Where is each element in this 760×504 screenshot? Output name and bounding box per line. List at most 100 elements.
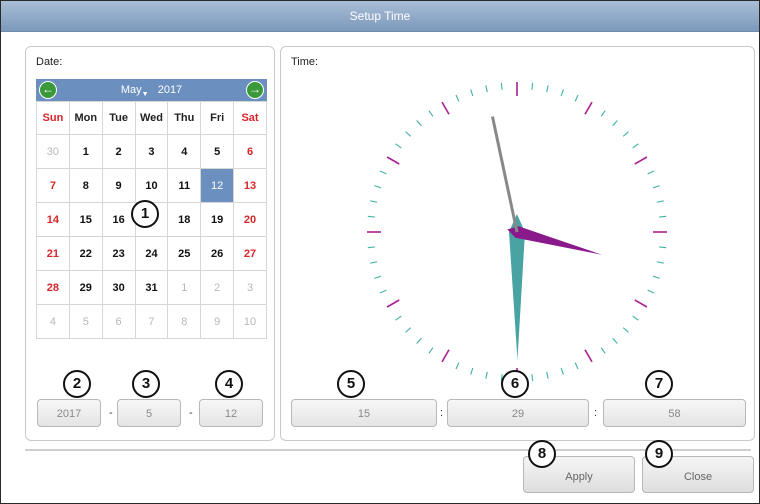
next-month-button[interactable]: →	[246, 81, 264, 99]
callout-marker: 3	[132, 370, 160, 398]
weekday-header: Mon	[68, 101, 103, 135]
calendar-day[interactable]: 1	[68, 134, 103, 169]
clock-tick	[455, 362, 460, 370]
clock-tick	[622, 327, 629, 333]
calendar-day[interactable]: 6	[233, 134, 267, 169]
clock-tick	[600, 347, 606, 354]
year-field[interactable]: 2017	[37, 399, 101, 427]
calendar-day[interactable]: 20	[233, 202, 267, 237]
clock-tick	[374, 185, 382, 189]
calendar-day[interactable]: 10	[134, 168, 169, 203]
clock-tick	[367, 246, 375, 249]
calendar-day[interactable]: 2	[101, 134, 136, 169]
analog-clock[interactable]	[357, 72, 677, 392]
previous-month-button[interactable]: ←	[39, 81, 57, 99]
calendar-day[interactable]: 9	[101, 168, 136, 203]
hour-field[interactable]: 15	[291, 399, 437, 427]
calendar-day[interactable]: 15	[68, 202, 103, 237]
callout-marker: 7	[645, 370, 673, 398]
clock-tick	[647, 289, 655, 294]
clock-tick	[600, 110, 606, 117]
calendar-day[interactable]: 29	[68, 270, 103, 305]
clock-tick	[379, 289, 387, 294]
clock-tick	[416, 337, 422, 344]
second-field[interactable]: 58	[603, 399, 746, 427]
calendar-week-row: 21 22 23 24 25 26 27	[36, 236, 267, 271]
clock-tick	[500, 82, 503, 90]
month-field[interactable]: 5	[117, 399, 181, 427]
clock-tick	[612, 120, 618, 127]
calendar-day[interactable]: 7	[36, 168, 70, 203]
date-label: Date:	[36, 56, 63, 68]
weekday-header: Thu	[167, 101, 202, 135]
calendar-day[interactable]: 10	[233, 304, 267, 339]
clock-tick	[659, 246, 667, 249]
month-name: May	[120, 84, 142, 96]
calendar-day[interactable]: 8	[167, 304, 202, 339]
calendar-day[interactable]: 13	[233, 168, 267, 203]
calendar-day[interactable]: 7	[134, 304, 169, 339]
calendar-day[interactable]: 3	[233, 270, 267, 305]
calendar-day[interactable]: 26	[200, 236, 235, 271]
calendar-day[interactable]: 22	[68, 236, 103, 271]
calendar-day[interactable]: 19	[200, 202, 235, 237]
calendar-day[interactable]: 27	[233, 236, 267, 271]
calendar-day[interactable]: 3	[134, 134, 169, 169]
clock-tick	[632, 315, 639, 321]
calendar-day[interactable]: 25	[167, 236, 202, 271]
clock-tick	[584, 101, 593, 115]
clock-tick	[386, 156, 400, 165]
calendar-day[interactable]: 6	[101, 304, 136, 339]
date-separator: -	[189, 407, 193, 419]
setup-time-window: Setup Time Date: ← May▼ 2017 → Sun Mon Tue…	[0, 0, 760, 504]
calendar-day[interactable]: 4	[36, 304, 70, 339]
minute-field[interactable]: 29	[447, 399, 589, 427]
second-hand	[490, 116, 519, 233]
calendar-week-row: 4 5 6 7 8 9 10	[36, 304, 267, 339]
day-field[interactable]: 12	[199, 399, 263, 427]
clock-tick	[574, 94, 579, 102]
calendar-day[interactable]: 23	[101, 236, 136, 271]
weekday-header: Tue	[101, 101, 136, 135]
calendar-day[interactable]: 30	[36, 134, 70, 169]
calendar-year[interactable]: 2017	[158, 84, 182, 96]
calendar-day[interactable]: 24	[134, 236, 169, 271]
calendar-day[interactable]: 16	[101, 202, 136, 237]
calendar-day[interactable]: 28	[36, 270, 70, 305]
clock-tick	[370, 200, 378, 203]
time-separator: :	[594, 407, 598, 419]
calendar-day[interactable]: 2	[200, 270, 235, 305]
clock-tick	[634, 156, 648, 165]
clock-tick	[656, 200, 664, 203]
clock-tick	[546, 371, 549, 379]
clock-tick	[531, 82, 534, 90]
clock-tick	[405, 327, 412, 333]
calendar-day[interactable]: 31	[134, 270, 169, 305]
clock-tick	[659, 215, 667, 218]
month-select[interactable]: May▼	[120, 84, 149, 98]
calendar-day[interactable]: 21	[36, 236, 70, 271]
clock-tick	[612, 337, 618, 344]
calendar-day[interactable]: 9	[200, 304, 235, 339]
clock-tick	[634, 299, 648, 308]
clock-tick	[441, 349, 450, 363]
calendar-day[interactable]: 5	[200, 134, 235, 169]
calendar-day[interactable]: 8	[68, 168, 103, 203]
calendar-day[interactable]: 30	[101, 270, 136, 305]
calendar-day[interactable]: 11	[167, 168, 202, 203]
calendar-day[interactable]: 14	[36, 202, 70, 237]
clock-tick	[386, 299, 400, 308]
clock-tick	[370, 261, 378, 264]
calendar-day[interactable]: 1	[167, 270, 202, 305]
divider	[25, 449, 751, 451]
clock-tick	[416, 120, 422, 127]
callout-marker: 4	[215, 370, 243, 398]
calendar-day[interactable]: 12	[200, 168, 235, 203]
calendar-day[interactable]: 4	[167, 134, 202, 169]
calendar-day[interactable]: 18	[167, 202, 202, 237]
clock-tick	[656, 261, 664, 264]
clock-tick	[647, 170, 655, 175]
clock-tick	[374, 275, 382, 279]
clock-tick	[485, 371, 488, 379]
calendar-day[interactable]: 5	[68, 304, 103, 339]
